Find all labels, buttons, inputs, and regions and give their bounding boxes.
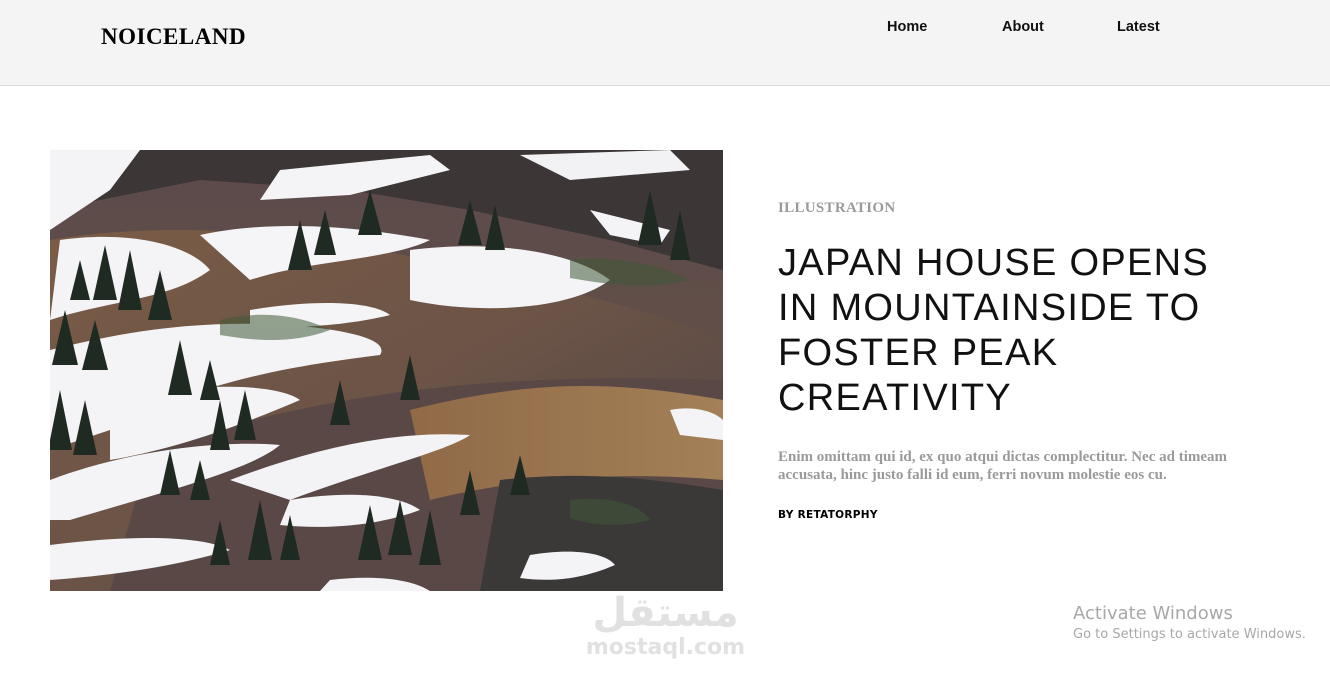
nav-about-link[interactable]: About — [1002, 19, 1044, 35]
site-header: NOICELAND Home About Latest — [0, 0, 1330, 86]
article-excerpt: Enim omittam qui id, ex quo atqui dictas… — [778, 449, 1228, 483]
mountain-photo — [50, 150, 723, 591]
activate-title: Activate Windows — [1073, 603, 1233, 624]
activate-windows-notice: Activate Windows Go to Settings to activ… — [1073, 603, 1306, 644]
featured-image[interactable] — [50, 150, 723, 591]
mostaql-watermark: مستقل mostaql.com — [583, 590, 748, 665]
watermark-arabic: مستقل — [592, 590, 739, 636]
article-title[interactable]: JAPAN HOUSE OPENS IN MOUNTAINSIDE TO FOS… — [778, 241, 1258, 421]
activate-subtitle: Go to Settings to activate Windows. — [1073, 627, 1306, 642]
nav-latest-link[interactable]: Latest — [1117, 19, 1160, 35]
article-author[interactable]: BY RETATORPHY — [778, 509, 878, 521]
nav-home-link[interactable]: Home — [887, 19, 927, 35]
article-category[interactable]: ILLUSTRATION — [778, 200, 896, 217]
watermark-latin: mostaql.com — [585, 635, 746, 660]
site-logo[interactable]: NOICELAND — [101, 24, 246, 50]
